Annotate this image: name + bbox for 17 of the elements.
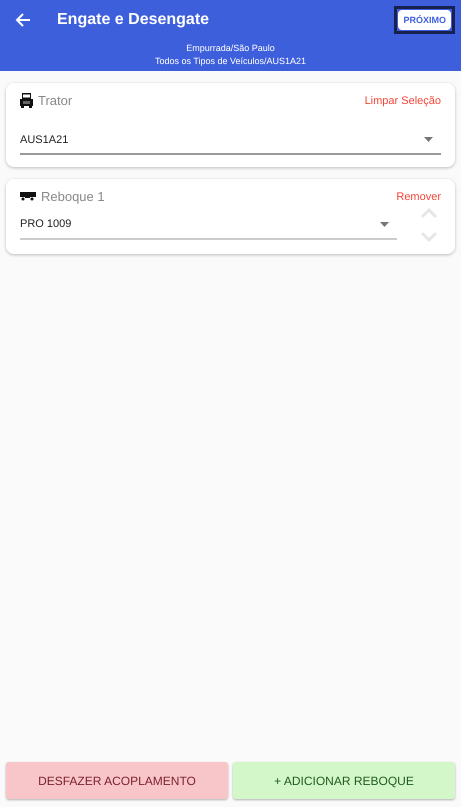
select-field[interactable]: AUS1A21 — [20, 126, 441, 155]
subtitle: Empurrada/São Paulo — [185, 42, 276, 55]
next-button[interactable]: PRÓXIMO — [398, 10, 451, 30]
card-title: Reboque 1 — [41, 189, 106, 204]
trailer-icon — [20, 192, 36, 201]
subtitle: Todos os Tipos de Veículos/AUS1A21 — [154, 55, 308, 68]
card-title: Trator — [38, 93, 74, 108]
screen-title: Engate e Desengate — [57, 11, 210, 29]
back-arrow-icon[interactable] — [14, 11, 32, 29]
clear-selection-link[interactable]: Limpar Seleção — [364, 94, 441, 106]
remove-link[interactable]: Remover — [396, 190, 441, 202]
select-field[interactable]: PRO 1009 — [20, 210, 397, 240]
dropdown-caret-icon — [380, 222, 389, 226]
undo-coupling-button[interactable]: DESFAZER ACOPLAMENTO — [6, 762, 228, 799]
truck-icon — [20, 93, 33, 108]
add-trailer-button[interactable]: + ADICIONAR REBOQUE — [233, 762, 455, 799]
dropdown-caret-icon — [424, 137, 433, 142]
